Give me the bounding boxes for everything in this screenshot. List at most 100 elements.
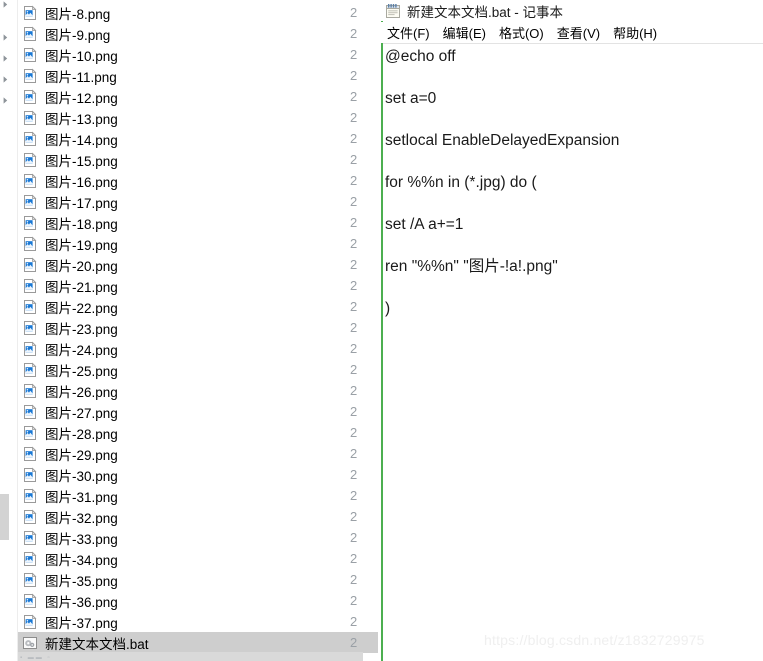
menu-edit[interactable]: 编辑(E) [443, 23, 486, 42]
menu-file[interactable]: 文件(F) [387, 23, 430, 42]
file-name-label: 图片-14.png [45, 132, 118, 148]
chevron-right-icon[interactable] [1, 54, 10, 63]
file-name-label: 图片-37.png [45, 615, 118, 631]
file-date-cell: 2 [350, 257, 358, 272]
file-row[interactable]: 图片-35.png [18, 569, 378, 590]
file-row[interactable]: 图片-29.png [18, 443, 378, 464]
png-image-file-icon [22, 278, 38, 294]
file-date-cell: 2 [350, 131, 358, 146]
file-row[interactable]: 图片-10.png [18, 44, 378, 65]
file-row-selected[interactable]: 新建文本文档.bat [18, 632, 378, 653]
status-bar-strip [18, 652, 363, 661]
file-row[interactable]: 图片-28.png [18, 422, 378, 443]
file-name-label: 图片-30.png [45, 468, 118, 484]
file-row[interactable]: 图片-27.png [18, 401, 378, 422]
file-name-label: 图片-34.png [45, 552, 118, 568]
file-row[interactable]: 图片-16.png [18, 170, 378, 191]
file-date-cell: 2 [350, 89, 358, 104]
chevron-right-icon[interactable] [1, 0, 10, 9]
png-image-file-icon [22, 383, 38, 399]
file-date-cell: 2 [350, 194, 358, 209]
file-name-label: 图片-11.png [45, 69, 117, 85]
notepad-menu-bar: 文件(F) 编辑(E) 格式(O) 查看(V) 帮助(H) [381, 22, 763, 43]
png-image-file-icon [22, 320, 38, 336]
png-image-file-icon [22, 446, 38, 462]
png-image-file-icon [22, 110, 38, 126]
file-row[interactable]: 图片-34.png [18, 548, 378, 569]
notepad-title-bar[interactable]: 新建文本文档.bat - 记事本 [381, 0, 763, 21]
file-date-cell: 2 [350, 320, 358, 335]
file-date-cell: 2 [350, 551, 358, 566]
file-date-cell: 2 [350, 68, 358, 83]
file-row[interactable]: 图片-25.png [18, 359, 378, 380]
file-row[interactable]: 图片-12.png [18, 86, 378, 107]
file-row[interactable]: 图片-13.png [18, 107, 378, 128]
png-image-file-icon [22, 131, 38, 147]
file-row[interactable]: 图片-21.png [18, 275, 378, 296]
script-line: set /A a+=1 [385, 216, 464, 233]
file-row[interactable]: 图片-37.png [18, 611, 378, 632]
file-row[interactable]: 图片-33.png [18, 527, 378, 548]
file-row[interactable]: 图片-22.png [18, 296, 378, 317]
file-row[interactable]: 图片-24.png [18, 338, 378, 359]
file-row[interactable]: 图片-8.png [18, 2, 378, 23]
png-image-file-icon [22, 152, 38, 168]
script-line: ) [385, 300, 391, 317]
navigation-scrollbar-thumb[interactable] [0, 494, 9, 540]
chevron-right-icon[interactable] [1, 96, 10, 105]
file-date-cell: 2 [350, 446, 358, 461]
png-image-file-icon [22, 5, 38, 21]
script-line: setlocal EnableDelayedExpansion [385, 132, 620, 149]
file-row[interactable]: 图片-36.png [18, 590, 378, 611]
file-row[interactable]: 图片-23.png [18, 317, 378, 338]
file-name-label: 图片-8.png [45, 6, 111, 22]
file-row[interactable]: 图片-26.png [18, 380, 378, 401]
file-name-label: 图片-36.png [45, 594, 118, 610]
file-name-label: 图片-18.png [45, 216, 118, 232]
png-image-file-icon [22, 530, 38, 546]
file-date-cell: 2 [350, 215, 358, 230]
batch-script-gears-icon [22, 635, 38, 651]
file-row[interactable]: 图片-31.png [18, 485, 378, 506]
file-date-cell: 2 [350, 530, 358, 545]
navigation-tree-chevrons [0, 0, 12, 661]
notepad-window: 新建文本文档.bat - 记事本 文件(F) 编辑(E) 格式(O) 查看(V) 帮助(… [381, 0, 763, 661]
file-row[interactable]: 图片-18.png [18, 212, 378, 233]
file-row[interactable]: 图片-9.png [18, 23, 378, 44]
file-name-label: 图片-31.png [45, 489, 118, 505]
file-row[interactable]: 图片-19.png [18, 233, 378, 254]
file-name-label: 图片-15.png [45, 153, 118, 169]
file-row[interactable]: 图片-20.png [18, 254, 378, 275]
file-row[interactable]: 图片-17.png [18, 191, 378, 212]
notepad-text-area[interactable]: @echo off set a=0 setlocal EnableDelayedEx… [385, 44, 763, 661]
script-line: set a=0 [385, 90, 437, 107]
file-row[interactable]: 图片-30.png [18, 464, 378, 485]
file-row[interactable]: 图片-15.png [18, 149, 378, 170]
chevron-right-icon[interactable] [1, 33, 10, 42]
chevron-right-icon[interactable] [1, 75, 10, 84]
png-image-file-icon [22, 215, 38, 231]
file-date-cell: 2 [350, 383, 358, 398]
file-name-label: 图片-9.png [45, 27, 111, 43]
file-name-label: 图片-16.png [45, 174, 118, 190]
png-image-file-icon [22, 341, 38, 357]
menu-format[interactable]: 格式(O) [499, 23, 544, 42]
png-image-file-icon [22, 89, 38, 105]
file-name-label: 图片-33.png [45, 531, 118, 547]
file-name-label: 图片-22.png [45, 300, 118, 316]
file-explorer-pane: 图片-8.png 2 图片-9.png 2 图片-10.png 2 图片-11.png 2 图片… [0, 0, 381, 661]
file-date-cell: 2 [350, 614, 358, 629]
notepad-window-left-border [381, 0, 383, 661]
png-image-file-icon [22, 488, 38, 504]
file-name-label: 图片-17.png [45, 195, 118, 211]
menu-help[interactable]: 帮助(H) [613, 23, 657, 42]
menu-view[interactable]: 查看(V) [557, 23, 600, 42]
file-date-cell: 2 [350, 635, 358, 650]
file-row[interactable]: 图片-11.png [18, 65, 378, 86]
file-date-cell: 2 [350, 509, 358, 524]
file-row[interactable]: 图片-14.png [18, 128, 378, 149]
file-row[interactable]: 图片-32.png [18, 506, 378, 527]
png-image-file-icon [22, 425, 38, 441]
file-name-label: 图片-12.png [45, 90, 118, 106]
file-name-label: 图片-19.png [45, 237, 118, 253]
